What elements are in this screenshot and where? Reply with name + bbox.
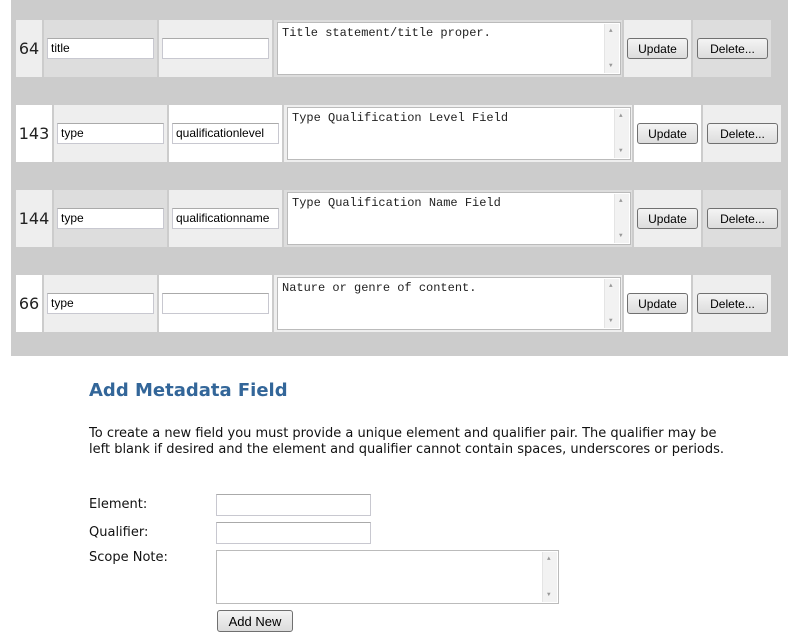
update-cell: Update [624,20,691,77]
field-row: 143 type qualificationlevel Type Qualifi… [16,105,781,162]
add-field-description: To create a new field you must provide a… [89,426,725,457]
scope-note-textarea[interactable]: Type Qualification Level Field [287,107,631,160]
scrollbar[interactable] [604,279,619,328]
scope-note-cell: Nature or genre of content. [274,275,622,332]
scrollbar[interactable] [604,24,619,73]
element-label: Element: [89,497,148,512]
qualifier-label: Qualifier: [89,525,149,540]
scope-note-text: Type Qualification Name Field [292,196,501,210]
qualifier-input[interactable]: qualificationlevel [172,123,279,144]
add-new-button[interactable]: Add New [217,610,293,632]
qualifier-input[interactable] [162,38,269,59]
field-id: 143 [16,105,52,162]
delete-cell: Delete... [703,190,781,247]
field-id: 144 [16,190,52,247]
qualifier-cell [159,20,272,77]
delete-button[interactable]: Delete... [697,293,768,314]
element-cell: type [44,275,157,332]
delete-button[interactable]: Delete... [707,208,778,229]
update-cell: Update [634,190,701,247]
delete-button[interactable]: Delete... [707,123,778,144]
delete-cell: Delete... [703,105,781,162]
scope-note-text: Title statement/title proper. [282,26,491,40]
scope-note-textarea[interactable]: Title statement/title proper. [277,22,621,75]
element-input[interactable]: type [57,123,164,144]
scope-note-textarea[interactable]: Type Qualification Name Field [287,192,631,245]
scope-note-text: Nature or genre of content. [282,281,477,295]
scrollbar[interactable] [614,194,629,243]
qualifier-input[interactable] [162,293,269,314]
field-id: 64 [16,20,42,77]
scope-note-textarea[interactable]: Nature or genre of content. [277,277,621,330]
qualifier-cell [159,275,272,332]
field-row: 64 title Title statement/title proper. U… [16,20,771,77]
element-cell: type [54,105,167,162]
scope-note-cell: Type Qualification Level Field [284,105,632,162]
scope-note-label: Scope Note: [89,550,168,565]
new-element-input[interactable] [216,494,371,516]
qualifier-input[interactable]: qualificationname [172,208,279,229]
add-field-heading: Add Metadata Field [89,380,288,401]
scrollbar[interactable] [542,552,557,602]
update-button[interactable]: Update [637,123,698,144]
field-row: 144 type qualificationname Type Qualific… [16,190,781,247]
new-qualifier-input[interactable] [216,522,371,544]
element-input[interactable]: type [47,293,154,314]
scope-note-cell: Type Qualification Name Field [284,190,632,247]
field-id: 66 [16,275,42,332]
field-row: 66 type Nature or genre of content. Upda… [16,275,771,332]
element-input[interactable]: type [57,208,164,229]
update-cell: Update [624,275,691,332]
update-button[interactable]: Update [637,208,698,229]
update-cell: Update [634,105,701,162]
element-cell: title [44,20,157,77]
scope-note-text: Type Qualification Level Field [292,111,509,125]
qualifier-cell: qualificationlevel [169,105,282,162]
delete-button[interactable]: Delete... [697,38,768,59]
qualifier-cell: qualificationname [169,190,282,247]
scrollbar[interactable] [614,109,629,158]
element-cell: type [54,190,167,247]
element-input[interactable]: title [47,38,154,59]
delete-cell: Delete... [693,275,771,332]
scope-note-cell: Title statement/title proper. [274,20,622,77]
delete-cell: Delete... [693,20,771,77]
new-scope-note-textarea[interactable] [216,550,559,604]
metadata-fields-panel: 64 title Title statement/title proper. U… [11,0,788,356]
update-button[interactable]: Update [627,38,688,59]
update-button[interactable]: Update [627,293,688,314]
